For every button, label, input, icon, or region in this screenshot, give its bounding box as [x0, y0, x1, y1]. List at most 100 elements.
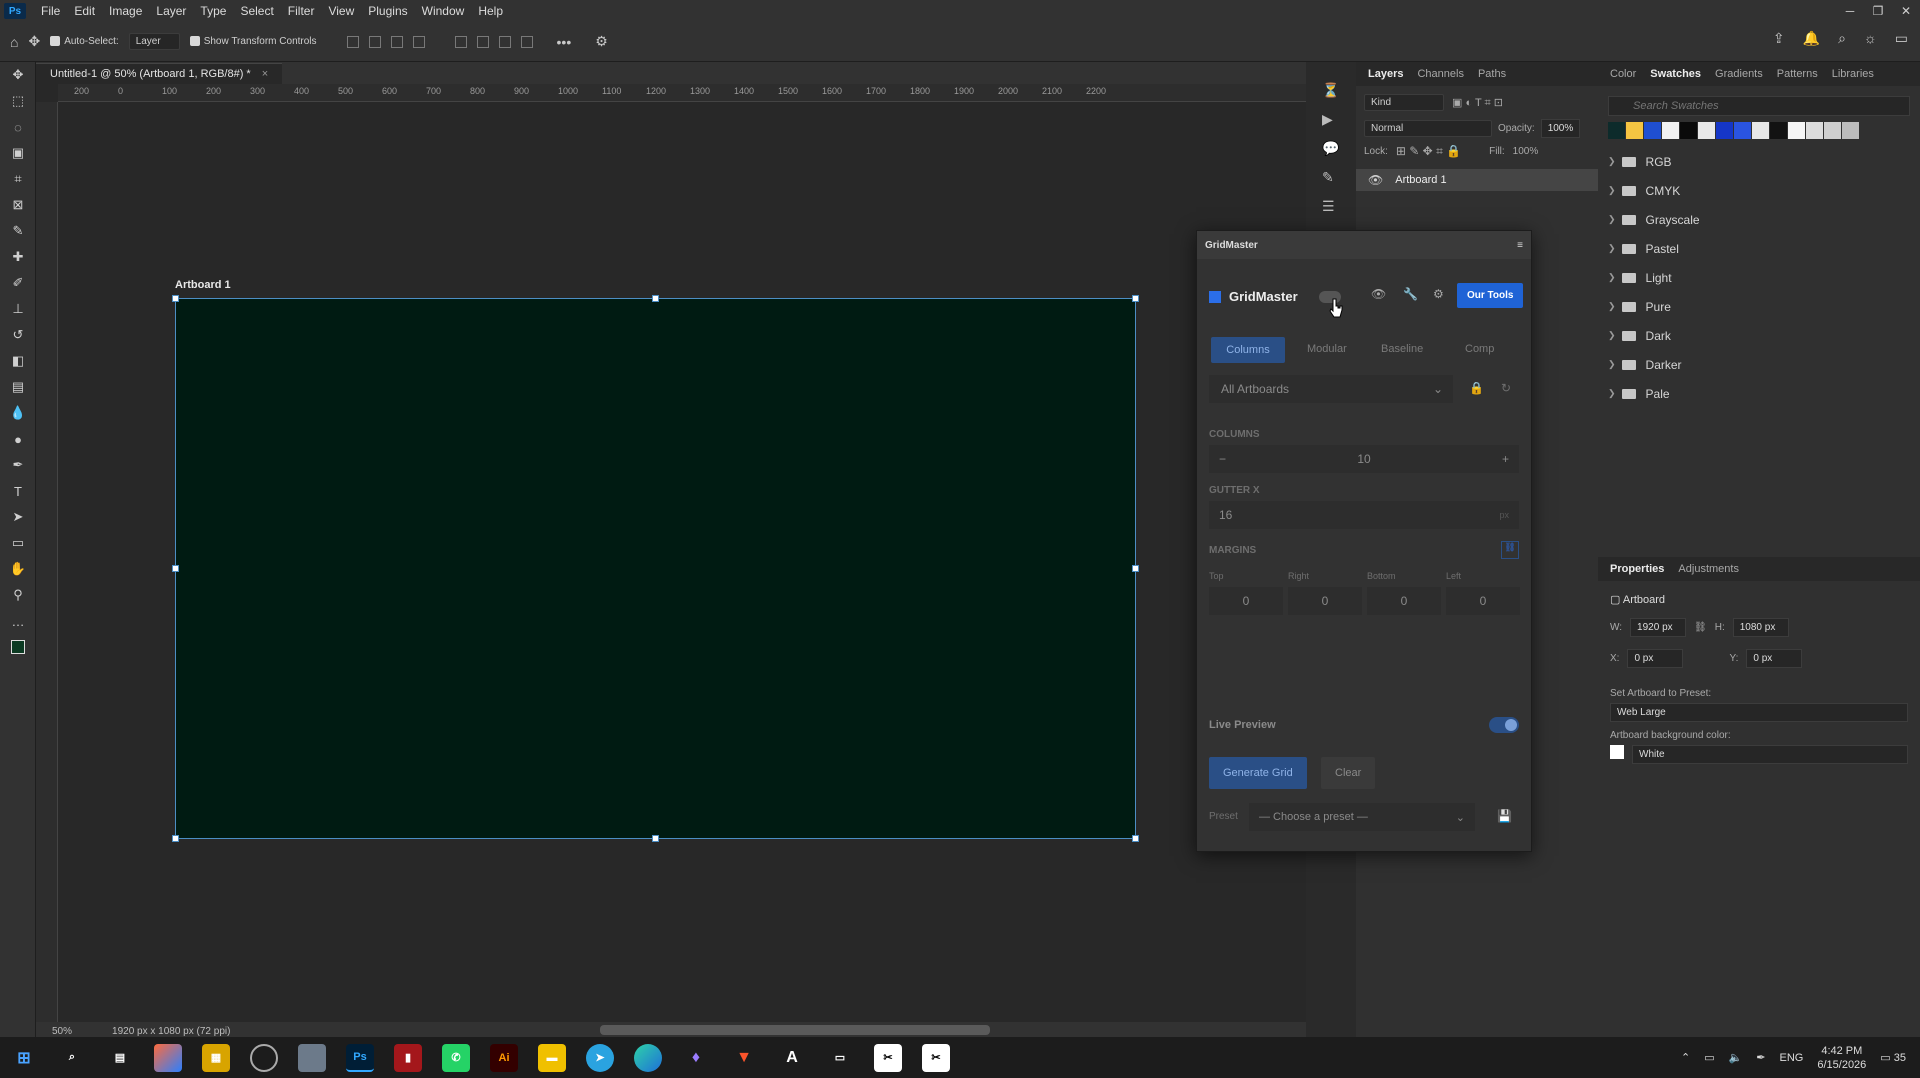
margin-top-field[interactable]: 0 — [1209, 587, 1283, 615]
tab-properties[interactable]: Properties — [1610, 563, 1664, 575]
marquee-icon[interactable]: ⬚ — [0, 88, 36, 114]
align-left-icon[interactable] — [346, 35, 359, 48]
tab-paths[interactable]: Paths — [1478, 68, 1506, 80]
align-middle-icon[interactable] — [476, 35, 489, 48]
preset-dropdown[interactable]: Web Large — [1610, 703, 1908, 722]
files-app-icon[interactable] — [298, 1043, 326, 1072]
save-preset-icon[interactable]: 💾 — [1497, 809, 1512, 823]
tab-comp[interactable]: Comp — [1465, 343, 1494, 355]
task-view-icon[interactable]: ▤ — [106, 1044, 134, 1072]
language-indicator[interactable]: ENG — [1780, 1052, 1804, 1064]
align-right-icon[interactable] — [390, 35, 403, 48]
color-swatch[interactable] — [1608, 122, 1625, 139]
distribute-vertical-icon[interactable] — [520, 35, 533, 48]
folder-pastel[interactable]: ❯ Pastel — [1598, 234, 1920, 263]
color-swatch[interactable] — [1680, 122, 1697, 139]
object-select-icon[interactable]: ▣ — [0, 140, 36, 166]
layer-filter-dropdown[interactable]: Kind — [1364, 94, 1444, 111]
columns-stepper[interactable]: − 10 + — [1209, 445, 1519, 473]
preset-dropdown[interactable]: — Choose a preset — ⌄ — [1249, 803, 1475, 831]
generate-grid-button[interactable]: Generate Grid — [1209, 757, 1307, 789]
blur-icon[interactable]: 💧 — [0, 400, 36, 426]
align-center-icon[interactable] — [368, 35, 381, 48]
artboard[interactable] — [172, 295, 1139, 842]
color-swatch[interactable] — [1734, 122, 1751, 139]
pdf-app-icon[interactable]: ▮ — [394, 1043, 422, 1072]
folder-dark[interactable]: ❯ Dark — [1598, 321, 1920, 350]
menu-edit[interactable]: Edit — [67, 4, 102, 18]
gutter-value[interactable]: 16 — [1219, 508, 1232, 522]
menu-layer[interactable]: Layer — [149, 4, 193, 18]
hand-icon[interactable]: ✋ — [0, 556, 36, 582]
tab-close-icon[interactable]: × — [262, 68, 268, 80]
pen-tray-icon[interactable]: ✒ — [1756, 1051, 1765, 1064]
menu-help[interactable]: Help — [471, 4, 510, 18]
explorer-icon[interactable]: ▬ — [538, 1043, 566, 1072]
folder-darker[interactable]: ❯ Darker — [1598, 350, 1920, 379]
comments-icon[interactable]: 💬 — [1322, 140, 1356, 157]
crop-icon[interactable]: ⌗ — [0, 166, 36, 192]
color-swatch[interactable] — [1842, 122, 1859, 139]
rectangle-icon[interactable]: ▭ — [0, 530, 36, 556]
x-field[interactable]: 0 px — [1627, 649, 1684, 668]
photoshop-taskbar-icon[interactable]: Ps — [346, 1043, 374, 1072]
brush-settings-icon[interactable]: ✎ — [1322, 169, 1356, 186]
clock[interactable]: 4:42 PM 6/15/2026 — [1817, 1044, 1866, 1072]
eyedropper-icon[interactable]: ✎ — [0, 218, 36, 244]
notifications-icon[interactable]: ▭ 35 — [1880, 1051, 1906, 1064]
tab-columns[interactable]: Columns — [1211, 337, 1285, 363]
settings-icon[interactable]: ⚙ — [1433, 287, 1444, 301]
telegram-icon[interactable]: ➤ — [586, 1043, 614, 1072]
type-icon[interactable]: T — [0, 478, 36, 504]
terminal-icon[interactable]: ▭ — [826, 1044, 854, 1072]
menu-type[interactable]: Type — [193, 4, 233, 18]
resize-handle[interactable] — [652, 835, 659, 842]
minimize-icon[interactable]: ─ — [1836, 0, 1864, 22]
folder-rgb[interactable]: ❯ RGB — [1598, 147, 1920, 176]
auto-select-checkbox[interactable]: Auto-Select: — [50, 36, 119, 47]
tab-swatches[interactable]: Swatches — [1650, 68, 1701, 80]
brush-icon[interactable]: ✐ — [0, 270, 36, 296]
gutter-field[interactable]: 16 px — [1209, 501, 1519, 529]
lock-icons[interactable]: ⊞ ✎ ✥ ⌗ 🔒 — [1396, 144, 1461, 159]
color-swatch[interactable] — [1626, 122, 1643, 139]
menu-view[interactable]: View — [321, 4, 361, 18]
capcut-icon[interactable]: ✂ — [874, 1043, 902, 1072]
width-field[interactable]: 1920 px — [1630, 618, 1687, 637]
actions-icon[interactable]: ▶ — [1322, 111, 1356, 128]
visibility-icon[interactable]: 👁 — [1368, 173, 1383, 187]
pen-icon[interactable]: ✒ — [0, 452, 36, 478]
distribute-icon[interactable] — [412, 35, 425, 48]
opacity-field[interactable]: 100% — [1540, 119, 1581, 138]
eye-icon[interactable]: 👁 — [1371, 287, 1386, 301]
fill-field[interactable]: 100% — [1513, 146, 1539, 157]
clear-button[interactable]: Clear — [1321, 757, 1376, 789]
layer-name[interactable]: Artboard 1 — [1395, 174, 1446, 186]
tab-channels[interactable]: Channels — [1417, 68, 1463, 80]
color-swatch[interactable] — [1644, 122, 1661, 139]
folder-grayscale[interactable]: ❯ Grayscale — [1598, 205, 1920, 234]
link-margins-icon[interactable]: ⛓ — [1501, 541, 1519, 559]
color-swatch[interactable] — [1752, 122, 1769, 139]
folder-pure[interactable]: ❯ Pure — [1598, 292, 1920, 321]
adjust-icon[interactable]: ☰ — [1322, 198, 1356, 215]
layer-row[interactable]: 👁 Artboard 1 — [1356, 169, 1598, 191]
history-icon[interactable]: ⏳ — [1322, 82, 1356, 99]
columns-value[interactable]: 10 — [1357, 452, 1370, 466]
horizontal-scrollbar[interactable] — [600, 1025, 990, 1035]
margin-right-field[interactable]: 0 — [1288, 587, 1362, 615]
share-icon[interactable]: ⇪ — [1773, 30, 1785, 47]
folder-light[interactable]: ❯ Light — [1598, 263, 1920, 292]
bell-icon[interactable]: 🔔 — [1803, 30, 1820, 47]
margin-left-field[interactable]: 0 — [1446, 587, 1520, 615]
path-select-icon[interactable]: ➤ — [0, 504, 36, 530]
whatsapp-icon[interactable]: ✆ — [442, 1043, 470, 1072]
margin-bottom-field[interactable]: 0 — [1367, 587, 1441, 615]
frame-icon[interactable]: ⊠ — [0, 192, 36, 218]
filter-icons[interactable]: ▣ ◐ T ⌗ ⊡ — [1452, 96, 1503, 110]
link-icon[interactable]: ⛓ — [1694, 622, 1707, 633]
eraser-icon[interactable]: ◧ — [0, 348, 36, 374]
app-icon[interactable] — [250, 1043, 278, 1072]
resize-handle[interactable] — [1132, 565, 1139, 572]
workspace-icon[interactable]: ▭ — [1895, 30, 1908, 47]
